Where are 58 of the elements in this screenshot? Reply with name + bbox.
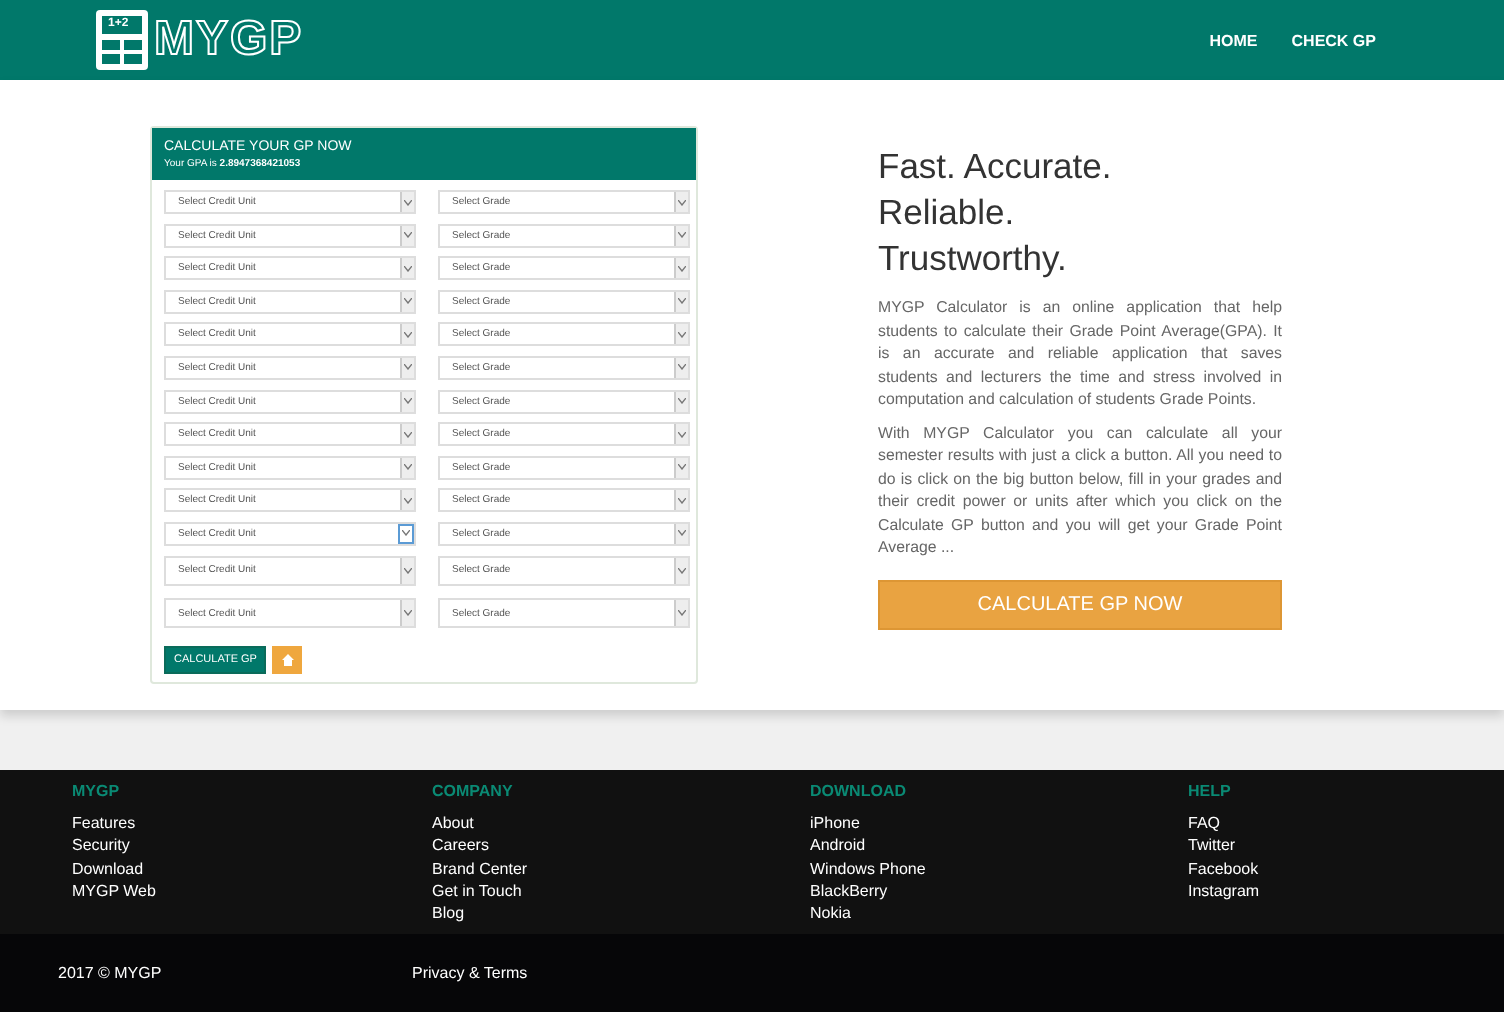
caret-icon [404,364,412,371]
footer-link[interactable]: Windows Phone [810,857,926,880]
caret-icon [678,331,686,338]
caret-icon [678,298,686,305]
footer-link[interactable]: iPhone [810,812,860,835]
caret-icon [404,298,412,305]
footer-link[interactable]: Features [72,812,136,835]
footer-link[interactable]: Security [72,834,130,858]
caret-icon [404,567,412,574]
caret-icon [404,265,412,272]
footer-heading: DOWNLOAD [810,782,906,802]
caret-icon [678,530,686,537]
caret-icon [404,464,412,471]
footer-link[interactable]: Careers [432,834,489,858]
caret-icon [404,331,412,338]
nav-link[interactable]: HOME [1209,31,1258,49]
footer-link[interactable]: BlackBerry [810,879,888,903]
caret-icon [404,610,412,617]
caret-icon [678,398,686,405]
headline: Fast. Accurate. [878,144,1112,190]
caret-icon [678,567,686,574]
caret-icon [404,232,412,239]
caret-icon [404,199,412,205]
headline: Reliable. [878,190,1015,236]
caret-icon [404,431,412,438]
caret-icon [678,199,686,205]
caret-icon [678,464,686,471]
caret-icon [402,530,410,537]
footer-link[interactable]: Twitter [1188,834,1236,858]
calculator-icon[interactable] [96,10,148,70]
footer-link[interactable]: Android [810,834,866,858]
headline: Trustworthy. [878,236,1067,282]
caret-icon [678,610,686,617]
caret-icon [678,265,686,272]
caret-icon [404,497,412,504]
footer-link[interactable]: Get in Touch [432,879,522,903]
copyright-text: 2017 © MYGP [58,964,164,982]
footer-link[interactable]: About [432,812,474,835]
caret-icon [678,431,686,438]
caret-icon [404,398,412,405]
nav-link[interactable]: CHECK GP [1291,31,1376,49]
footer-link[interactable]: Brand Center [432,857,528,880]
footer-heading: HELP [1188,782,1231,802]
footer-link[interactable]: Instagram [1188,879,1260,903]
footer-link[interactable]: Download [72,857,144,880]
footer-heading: MYGP [72,782,120,802]
footer-link[interactable]: MYGP Web [72,879,156,903]
privacy-terms-link[interactable]: Privacy & Terms [412,964,528,982]
caret-icon [678,497,686,504]
caret-icon [678,232,686,239]
footer-link[interactable]: Facebook [1188,857,1259,880]
footer-link[interactable]: Blog [432,902,465,925]
caret-icon [678,364,686,371]
footer-heading: COMPANY [432,782,513,802]
logo-wordmark[interactable]: MYGP [154,12,304,68]
footer-link[interactable]: FAQ [1188,812,1221,835]
home-icon [281,653,294,666]
footer-link[interactable]: Nokia [810,902,851,925]
